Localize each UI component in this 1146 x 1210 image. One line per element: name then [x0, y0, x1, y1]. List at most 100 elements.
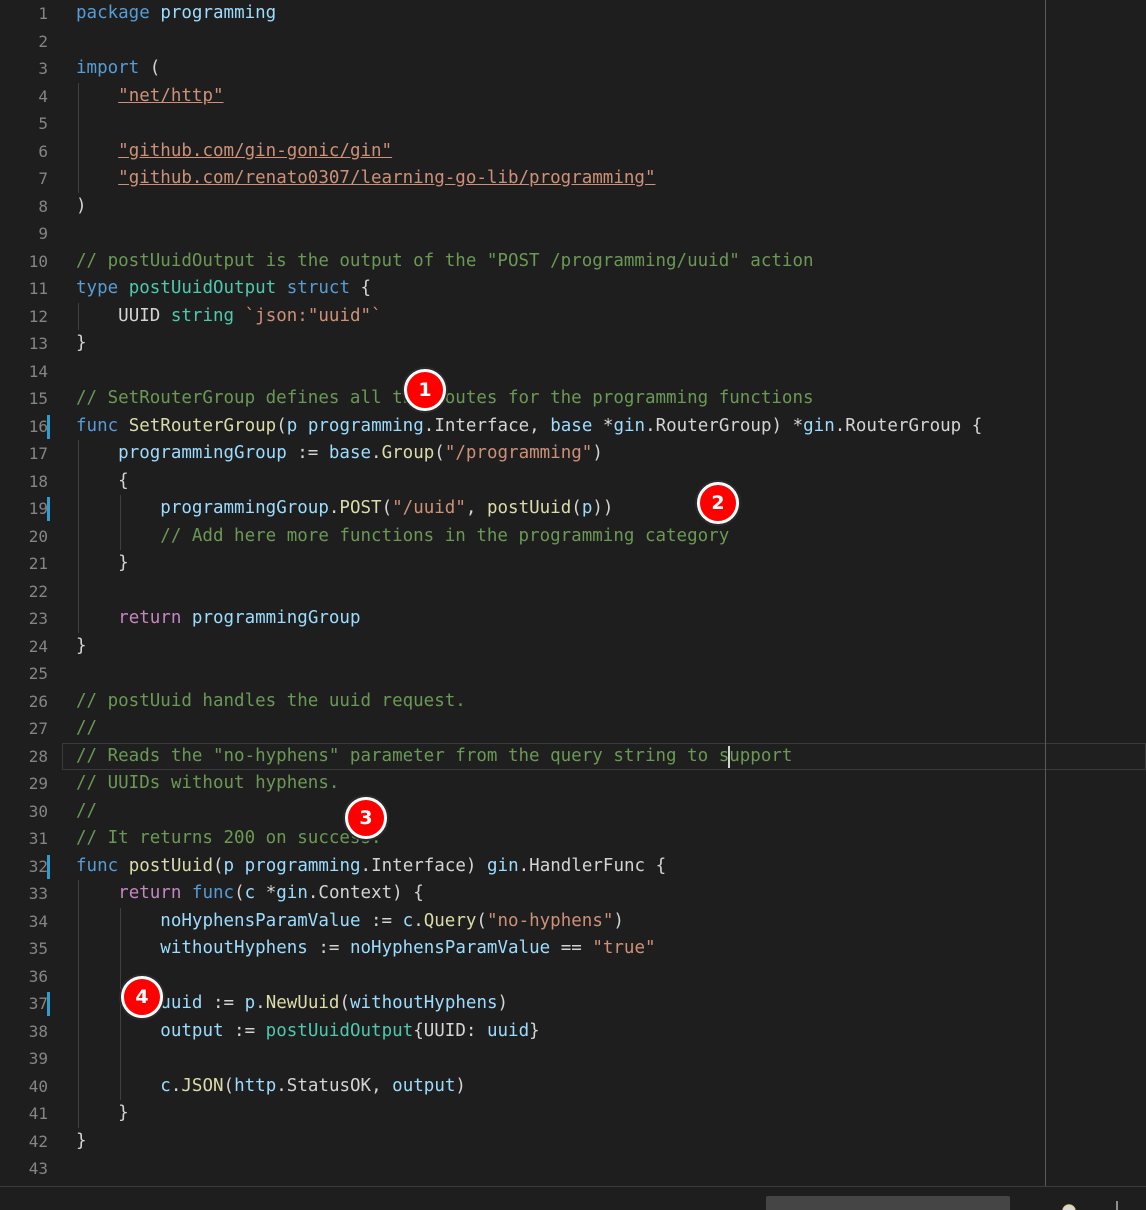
layout-icon[interactable]: [1104, 1198, 1122, 1210]
line-number: 20: [28, 526, 48, 546]
code-text[interactable]: }: [76, 633, 87, 661]
code-line[interactable]: 6 "github.com/gin-gonic/gin": [0, 137, 1146, 166]
code-line[interactable]: 17 programmingGroup := base.Group("/prog…: [0, 440, 1146, 468]
code-line[interactable]: 10 // postUuidOutput is the output of the…: [0, 248, 1146, 276]
code-line[interactable]: 37 uuid := p.NewUuid(withoutHyphens): [0, 990, 1146, 1018]
code-line[interactable]: 16 func SetRouterGroup(p programming.Inte…: [0, 413, 1146, 441]
code-text[interactable]: noHyphensParamValue := c.Query("no-hyphe…: [76, 908, 624, 936]
code-text[interactable]: programmingGroup := base.Group("/program…: [76, 440, 603, 468]
code-line[interactable]: 21 }: [0, 550, 1146, 578]
code-text[interactable]: "net/http": [76, 83, 223, 111]
code-line[interactable]: 24}: [0, 633, 1146, 661]
code-text[interactable]: }: [76, 550, 129, 578]
line-number: 35: [28, 939, 48, 958]
code-text[interactable]: "github.com/gin-gonic/gin": [76, 138, 392, 166]
code-line[interactable]: 40 c.JSON(http.StatusOK, output): [0, 1072, 1146, 1101]
code-line[interactable]: 13}: [0, 330, 1146, 358]
code-text[interactable]: }: [76, 330, 87, 358]
code-line[interactable]: 20 // Add here more functions in the pro…: [0, 522, 1146, 551]
code-line[interactable]: 15// SetRouterGroup defines all the rout…: [0, 385, 1146, 413]
line-number: 5: [38, 114, 48, 133]
code-text[interactable]: // UUIDs without hyphens.: [76, 770, 339, 798]
line-number: 32: [28, 856, 48, 876]
code-line[interactable]: 41 }: [0, 1100, 1146, 1128]
editor-viewport[interactable]: 1 package programming 2 3 import (4 "net/htt…: [0, 0, 1146, 1187]
code-line[interactable]: 39: [0, 1045, 1146, 1073]
code-line[interactable]: 5: [0, 110, 1146, 138]
code-text[interactable]: c.JSON(http.StatusOK, output): [76, 1073, 466, 1101]
code-line[interactable]: 19 programmingGroup.POST("/uuid", postUu…: [0, 495, 1146, 523]
code-line[interactable]: 38 output := postUuidOutput{UUID: uuid}: [0, 1017, 1146, 1046]
line-number: 15: [28, 389, 48, 408]
code-text[interactable]: // It returns 200 on success.: [76, 825, 382, 853]
code-line[interactable]: 32 func postUuid(p programming.Interface)…: [0, 853, 1146, 881]
line-number: 9: [38, 224, 48, 243]
code-line[interactable]: 18 {: [0, 467, 1146, 496]
code-line[interactable]: 3 import (: [0, 55, 1146, 83]
code-line[interactable]: 36: [0, 962, 1146, 990]
code-line[interactable]: 2: [0, 28, 1146, 56]
code-lines-container[interactable]: 1 package programming 2 3 import (4 "net/htt…: [0, 0, 1146, 1183]
code-line[interactable]: 8): [0, 193, 1146, 221]
code-text[interactable]: programmingGroup.POST("/uuid", postUuid(…: [76, 495, 613, 523]
panel-input-button[interactable]: [766, 1196, 1010, 1210]
code-line[interactable]: 22: [0, 577, 1146, 605]
line-number: 1: [38, 4, 48, 23]
code-line[interactable]: 29 // UUIDs without hyphens.: [0, 770, 1146, 798]
code-line[interactable]: 35 withoutHyphens := noHyphensParamValue…: [0, 935, 1146, 963]
code-text[interactable]: // postUuidOutput is the output of the "…: [76, 248, 814, 276]
code-line[interactable]: 23 return programmingGroup: [0, 605, 1146, 633]
code-line[interactable]: 1 package programming: [0, 0, 1146, 28]
code-line[interactable]: 43: [0, 1155, 1146, 1183]
code-line[interactable]: 26 // postUuid handles the uuid request.: [0, 688, 1146, 716]
code-text[interactable]: // Add here more functions in the progra…: [76, 523, 729, 551]
code-text[interactable]: }: [76, 1100, 129, 1128]
code-line[interactable]: 11 type postUuidOutput struct {: [0, 275, 1146, 303]
code-line[interactable]: 28 // Reads the "no-hyphens" parameter fr…: [0, 742, 1146, 771]
code-text[interactable]: return programmingGroup: [76, 605, 360, 633]
code-line[interactable]: 25: [0, 660, 1146, 688]
line-number: 10: [28, 251, 48, 271]
line-number: 25: [28, 664, 48, 683]
code-text[interactable]: package programming: [76, 0, 276, 28]
code-text[interactable]: {: [76, 468, 129, 496]
code-line[interactable]: 14: [0, 358, 1146, 386]
code-text[interactable]: //: [76, 798, 97, 826]
code-line[interactable]: 31 // It returns 200 on success.: [0, 825, 1146, 853]
code-line[interactable]: 27 //: [0, 715, 1146, 743]
code-line[interactable]: 30 //: [0, 798, 1146, 826]
code-text[interactable]: "github.com/renato0307/learning-go-lib/p…: [76, 165, 655, 193]
code-editor-window: 1 package programming 2 3 import (4 "net/htt…: [0, 0, 1146, 1210]
code-text[interactable]: UUID string `json:"uuid"`: [76, 303, 381, 331]
code-text[interactable]: import (: [76, 55, 160, 83]
vertical-ruler-80col: [1045, 0, 1046, 1187]
code-line[interactable]: 33 return func(c *gin.Context) {: [0, 880, 1146, 908]
annotation-marker-4: 4: [121, 976, 163, 1018]
code-text[interactable]: ): [76, 193, 87, 221]
theme-icon[interactable]: [1060, 1198, 1078, 1210]
code-line[interactable]: 4 "net/http": [0, 82, 1146, 111]
code-text[interactable]: //: [76, 715, 97, 743]
code-text[interactable]: output := postUuidOutput{UUID: uuid}: [76, 1018, 539, 1046]
code-text[interactable]: // postUuid handles the uuid request.: [76, 688, 466, 716]
line-number: 36: [28, 966, 48, 986]
code-text[interactable]: }: [76, 1128, 87, 1156]
code-line[interactable]: 9: [0, 220, 1146, 248]
bottom-panel[interactable]: [0, 1187, 1146, 1210]
line-number: 22: [28, 581, 48, 601]
indent-guide: [78, 577, 79, 605]
code-line[interactable]: 42}: [0, 1128, 1146, 1156]
line-number: 13: [28, 334, 48, 353]
code-line[interactable]: 34 noHyphensParamValue := c.Query("no-hy…: [0, 907, 1146, 936]
code-line[interactable]: 12 UUID string `json:"uuid"`: [0, 302, 1146, 331]
line-number: 42: [28, 1131, 48, 1151]
annotation-marker-3: 3: [345, 797, 387, 839]
code-text[interactable]: type postUuidOutput struct {: [76, 275, 371, 303]
code-text[interactable]: return func(c *gin.Context) {: [76, 880, 424, 908]
code-text[interactable]: func SetRouterGroup(p programming.Interf…: [76, 413, 982, 441]
code-text[interactable]: // Reads the "no-hyphens" parameter from…: [76, 743, 792, 771]
code-line[interactable]: 7 "github.com/renato0307/learning-go-lib…: [0, 165, 1146, 193]
code-text[interactable]: func postUuid(p programming.Interface) g…: [76, 853, 666, 881]
code-text[interactable]: withoutHyphens := noHyphensParamValue ==…: [76, 935, 655, 963]
line-number: 6: [38, 141, 48, 161]
